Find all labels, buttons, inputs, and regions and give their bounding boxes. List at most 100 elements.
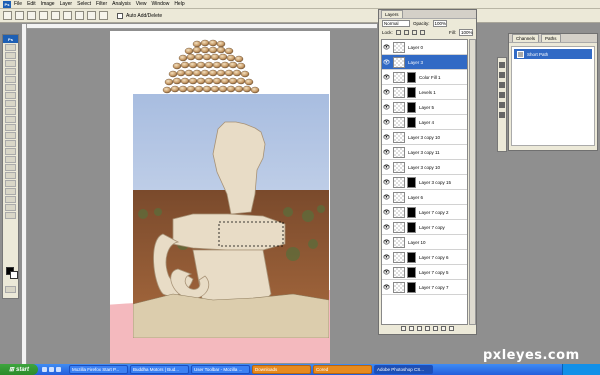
visibility-eye-icon[interactable]: 👁	[382, 269, 391, 276]
path-item[interactable]: Short Path	[514, 49, 592, 59]
lock-all-icon[interactable]	[419, 30, 425, 35]
history-icon[interactable]	[499, 82, 505, 88]
rectangle-icon[interactable]	[63, 11, 72, 20]
visibility-eye-icon[interactable]: 👁	[382, 239, 391, 246]
add-mask-icon[interactable]	[417, 325, 422, 331]
menu-view[interactable]: View	[136, 1, 147, 7]
visibility-eye-icon[interactable]: 👁	[382, 254, 391, 261]
visibility-eye-icon[interactable]: 👁	[382, 89, 391, 96]
quick-launch-icon[interactable]	[42, 367, 47, 372]
ellipse-icon[interactable]	[75, 11, 84, 20]
menu-file[interactable]: File	[14, 1, 22, 7]
start-button[interactable]: ⊞ start	[0, 364, 38, 375]
task-button[interactable]: Downloads	[252, 365, 311, 374]
tool-presets-icon[interactable]	[499, 72, 505, 78]
visibility-eye-icon[interactable]: 👁	[382, 44, 391, 51]
brush-tool-icon[interactable]	[5, 100, 16, 107]
crop-tool-icon[interactable]	[5, 76, 16, 83]
marquee-tool-icon[interactable]	[5, 52, 16, 59]
actions-icon[interactable]	[499, 112, 505, 118]
visibility-eye-icon[interactable]: 👁	[382, 284, 391, 291]
pen-tool-icon[interactable]	[5, 156, 16, 163]
layer-row[interactable]: 👁 Layer 3	[382, 55, 467, 70]
menu-select[interactable]: Select	[77, 1, 91, 7]
fill-input[interactable]: 100%	[459, 29, 473, 36]
task-button[interactable]: Buddha Motors | Bud...	[130, 365, 189, 374]
gradient-tool-icon[interactable]	[5, 132, 16, 139]
new-layer-icon[interactable]	[441, 325, 446, 331]
dodge-tool-icon[interactable]	[5, 148, 16, 155]
layer-row[interactable]: 👁 Levels 1	[382, 85, 467, 100]
menu-layer[interactable]: Layer	[60, 1, 73, 7]
healing-brush-tool-icon[interactable]	[5, 92, 16, 99]
task-button[interactable]: Cored	[313, 365, 372, 374]
visibility-eye-icon[interactable]: 👁	[382, 119, 391, 126]
freeform-pen-icon[interactable]	[51, 11, 60, 20]
visibility-eye-icon[interactable]: 👁	[382, 164, 391, 171]
lasso-tool-icon[interactable]	[5, 60, 16, 67]
adjustment-layer-icon[interactable]	[425, 325, 430, 331]
delete-layer-icon[interactable]	[449, 325, 454, 331]
visibility-eye-icon[interactable]: 👁	[382, 179, 391, 186]
shape-tool-icon[interactable]	[5, 180, 16, 187]
menu-help[interactable]: Help	[174, 1, 184, 7]
menu-image[interactable]: Image	[41, 1, 55, 7]
fill-pixels-icon[interactable]	[39, 11, 48, 20]
navigator-icon[interactable]	[499, 92, 505, 98]
clone-stamp-tool-icon[interactable]	[5, 108, 16, 115]
layer-row[interactable]: 👁 Layer 4	[382, 115, 467, 130]
menu-filter[interactable]: Filter	[96, 1, 107, 7]
slice-tool-icon[interactable]	[5, 84, 16, 91]
blend-mode-select[interactable]: Normal	[382, 20, 410, 27]
custom-shape-icon[interactable]	[99, 11, 108, 20]
tab-channels[interactable]: Channels	[512, 34, 540, 42]
layer-row[interactable]: 👁 Layer 0	[382, 40, 467, 55]
visibility-eye-icon[interactable]: 👁	[382, 74, 391, 81]
layer-style-icon[interactable]	[409, 325, 414, 331]
layers-scrollbar[interactable]	[469, 39, 476, 325]
layer-row[interactable]: 👁 Layer 7 copy 7	[382, 280, 467, 295]
layer-row[interactable]: 👁 Layer 3 copy 10	[382, 160, 467, 175]
ps-icon[interactable]: Ps	[3, 0, 11, 8]
layer-row[interactable]: 👁 Layer 6	[382, 190, 467, 205]
visibility-eye-icon[interactable]: 👁	[382, 149, 391, 156]
lock-transparent-icon[interactable]	[395, 30, 401, 35]
layer-row[interactable]: 👁 Layer 7 copy	[382, 220, 467, 235]
menu-analysis[interactable]: Analysis	[112, 1, 131, 7]
new-group-icon[interactable]	[433, 325, 438, 331]
layer-row[interactable]: 👁 Layer 10	[382, 235, 467, 250]
visibility-eye-icon[interactable]: 👁	[382, 194, 391, 201]
visibility-eye-icon[interactable]: 👁	[382, 59, 391, 66]
quick-launch-icon[interactable]	[56, 367, 61, 372]
background-color-swatch[interactable]	[10, 271, 18, 279]
layer-row[interactable]: 👁 Layer 7 copy 6	[382, 250, 467, 265]
zoom-tool-icon[interactable]	[5, 212, 16, 219]
paths-mode-icon[interactable]	[27, 11, 36, 20]
hand-tool-icon[interactable]	[5, 204, 16, 211]
visibility-eye-icon[interactable]: 👁	[382, 209, 391, 216]
line-icon[interactable]	[87, 11, 96, 20]
tab-paths[interactable]: Paths	[541, 34, 561, 42]
layer-row[interactable]: 👁 Layer 7 copy 5	[382, 265, 467, 280]
pen-tool-icon[interactable]	[3, 11, 12, 20]
eraser-tool-icon[interactable]	[5, 124, 16, 131]
path-selection-tool-icon[interactable]	[5, 172, 16, 179]
type-tool-icon[interactable]	[5, 164, 16, 171]
task-button[interactable]: Mozilla Firefox Start P...	[69, 365, 128, 374]
layer-row[interactable]: 👁 Layer 3 copy 11	[382, 145, 467, 160]
layer-row[interactable]: 👁 Layer 7 copy 2	[382, 205, 467, 220]
task-button[interactable]: User Toolbar - Mozilla ...	[191, 365, 250, 374]
layer-row[interactable]: 👁 Layer 5	[382, 100, 467, 115]
history-brush-tool-icon[interactable]	[5, 116, 16, 123]
notes-tool-icon[interactable]	[5, 188, 16, 195]
task-button[interactable]: Adobe Photoshop CS...	[374, 365, 433, 374]
visibility-eye-icon[interactable]: 👁	[382, 134, 391, 141]
menu-edit[interactable]: Edit	[27, 1, 36, 7]
layer-row[interactable]: 👁 Layer 3 copy 10	[382, 130, 467, 145]
lock-image-icon[interactable]	[403, 30, 409, 35]
layer-row[interactable]: 👁 Color Fill 1	[382, 70, 467, 85]
info-icon[interactable]	[499, 102, 505, 108]
shape-layers-icon[interactable]	[15, 11, 24, 20]
tab-layers[interactable]: Layers	[381, 10, 403, 18]
quick-mask-icon[interactable]	[5, 286, 16, 293]
